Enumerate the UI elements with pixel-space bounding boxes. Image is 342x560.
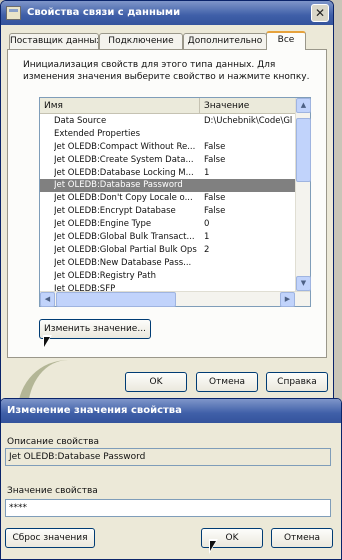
property-value: 1 bbox=[204, 232, 210, 243]
edit-property-value-dialog: Изменение значения свойства Описание сво… bbox=[0, 398, 342, 560]
horizontal-scroll-thumb[interactable] bbox=[56, 292, 176, 307]
description-label: Описание свойства bbox=[7, 437, 100, 447]
property-value: False bbox=[204, 206, 226, 217]
list-item[interactable]: Jet OLEDB:Compact Without Re... False bbox=[40, 141, 296, 154]
description-field: Jet OLEDB:Database Password bbox=[5, 448, 331, 466]
close-button[interactable]: ✕ bbox=[311, 4, 329, 22]
window-icon bbox=[6, 6, 21, 20]
title-bar: Свойства связи с данными ✕ bbox=[1, 1, 333, 25]
value-label: Значение свойства bbox=[7, 486, 98, 496]
properties-list[interactable]: Имя Значение Data Source D:\Uchebnik\Code… bbox=[39, 97, 311, 307]
property-name: Jet OLEDB:Don't Copy Locale o... bbox=[54, 193, 193, 204]
tab-connection[interactable]: Подключение bbox=[99, 33, 183, 49]
property-name: Jet OLEDB:New Database Pass... bbox=[54, 257, 192, 268]
ok-button[interactable]: OK bbox=[125, 372, 187, 392]
property-value: 2 bbox=[204, 244, 210, 255]
list-item[interactable]: Jet OLEDB:Don't Copy Locale o... False bbox=[40, 192, 296, 205]
data-link-properties-dialog: Свойства связи с данными ✕ Поставщик дан… bbox=[0, 0, 334, 405]
property-name: Jet OLEDB:Registry Path bbox=[54, 270, 156, 281]
scroll-left-button[interactable]: ◀ bbox=[40, 292, 55, 307]
column-header-value[interactable]: Значение bbox=[200, 98, 297, 114]
edit-value-button[interactable]: Изменить значение... bbox=[39, 319, 151, 339]
property-name: Jet OLEDB:Engine Type bbox=[54, 219, 152, 230]
list-item[interactable]: Extended Properties bbox=[40, 128, 296, 141]
tab-label: Все bbox=[277, 35, 295, 45]
window-title: Изменение значения свойства bbox=[7, 405, 182, 416]
value-input[interactable]: **** bbox=[5, 499, 331, 517]
tab-label: Подключение bbox=[108, 36, 174, 46]
list-body: Data Source D:\Uchebnik\Code\Gl Extended P… bbox=[40, 115, 296, 293]
list-item[interactable]: Jet OLEDB:Global Partial Bulk Ops 2 bbox=[40, 244, 296, 257]
list-item[interactable]: Jet OLEDB:Create System Data... False bbox=[40, 154, 296, 167]
vertical-scroll-thumb[interactable] bbox=[296, 118, 311, 182]
list-header: Имя Значение bbox=[40, 98, 310, 114]
reset-value-button[interactable]: Сброс значения bbox=[5, 528, 95, 548]
close-icon: ✕ bbox=[314, 6, 326, 20]
property-name: Extended Properties bbox=[54, 128, 141, 139]
property-name: Jet OLEDB:Database Password bbox=[54, 180, 183, 191]
list-item[interactable]: Jet OLEDB:Registry Path bbox=[40, 270, 296, 283]
property-name: Jet OLEDB:Compact Without Re... bbox=[54, 141, 196, 152]
list-item[interactable]: Data Source D:\Uchebnik\Code\Gl bbox=[40, 115, 296, 128]
property-value: 0 bbox=[204, 219, 210, 230]
property-name: Jet OLEDB:Database Locking M... bbox=[54, 167, 194, 178]
scroll-up-button[interactable]: ▲ bbox=[296, 98, 311, 113]
tab-strip: Поставщик данных Подключение Дополнитель… bbox=[7, 31, 327, 50]
property-name: Jet OLEDB:Create System Data... bbox=[54, 154, 194, 165]
scroll-right-button[interactable]: ▶ bbox=[280, 292, 295, 307]
property-name: Data Source bbox=[54, 116, 107, 126]
property-name: Jet OLEDB:Global Partial Bulk Ops bbox=[54, 244, 197, 255]
hint-text: Инициализация свойств для этого типа дан… bbox=[23, 60, 310, 82]
property-value: 1 bbox=[204, 167, 210, 178]
tab-label: Дополнительно bbox=[187, 36, 263, 46]
property-name: Jet OLEDB:Global Bulk Transact... bbox=[54, 232, 195, 243]
tab-advanced[interactable]: Дополнительно bbox=[183, 33, 267, 49]
vertical-scrollbar[interactable]: ▲ ▼ bbox=[295, 98, 311, 291]
help-button[interactable]: Справка bbox=[266, 372, 328, 392]
list-item[interactable]: Jet OLEDB:Database Password bbox=[40, 179, 296, 193]
property-value: D:\Uchebnik\Code\Gl bbox=[204, 116, 293, 126]
tab-all[interactable]: Все bbox=[266, 31, 306, 50]
scroll-down-button[interactable]: ▼ bbox=[296, 276, 311, 291]
title-bar: Изменение значения свойства bbox=[1, 399, 341, 423]
list-item[interactable]: Jet OLEDB:Global Bulk Transact... 1 bbox=[40, 231, 296, 244]
cancel-button[interactable]: Отмена bbox=[271, 528, 333, 548]
list-item[interactable]: Jet OLEDB:Encrypt Database False bbox=[40, 205, 296, 218]
list-item[interactable]: Jet OLEDB:Database Locking M... 1 bbox=[40, 167, 296, 180]
property-value: False bbox=[204, 141, 226, 152]
tab-label: Поставщик данных bbox=[10, 36, 99, 46]
list-item[interactable]: Jet OLEDB:New Database Pass... bbox=[40, 257, 296, 270]
cancel-button[interactable]: Отмена bbox=[196, 372, 258, 392]
property-value: False bbox=[204, 193, 226, 204]
window-title: Свойства связи с данными bbox=[27, 7, 181, 18]
tab-provider[interactable]: Поставщик данных bbox=[9, 33, 99, 49]
property-name: Jet OLEDB:Encrypt Database bbox=[54, 206, 176, 217]
horizontal-scrollbar[interactable]: ◀ ▶ bbox=[40, 291, 310, 307]
list-item[interactable]: Jet OLEDB:Engine Type 0 bbox=[40, 218, 296, 231]
property-value: False bbox=[204, 154, 226, 165]
column-header-name[interactable]: Имя bbox=[40, 98, 200, 114]
